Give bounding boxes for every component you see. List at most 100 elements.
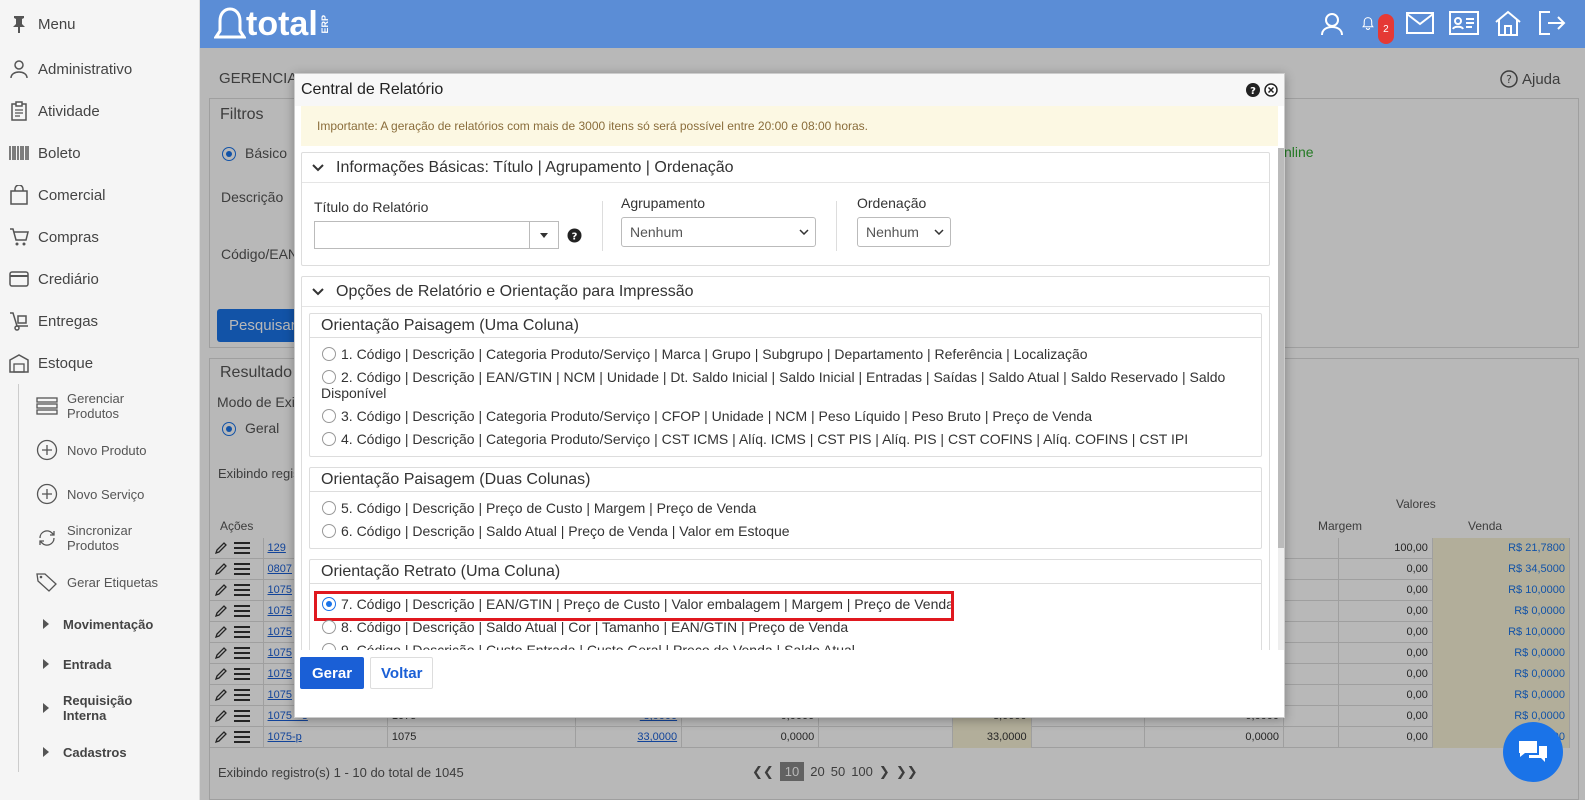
sidebar-item-label: Comercial [38,186,106,204]
submenu-group-entrada[interactable]: Entrada [19,644,199,684]
id-card-icon[interactable] [1449,8,1479,38]
submenu-gerenciar-produtos[interactable]: Gerenciar Produtos [19,384,199,428]
option-group-landscape-one: Orientação Paisagem (Uma Coluna) 1. Códi… [309,313,1262,457]
radio-button[interactable] [322,620,336,634]
radio-button[interactable] [322,643,336,650]
sidebar-item-entregas[interactable]: Entregas [0,300,199,342]
chat-button[interactable] [1503,722,1563,782]
scrollbar-thumb[interactable] [1278,148,1284,548]
submenu-novo-servico[interactable]: Novo Serviço [19,472,199,516]
tag-icon [35,570,59,594]
modal-title: Central de Relatório [301,81,444,98]
submenu-gerar-etiquetas[interactable]: Gerar Etiquetas [19,560,199,604]
help-icon[interactable]: ? [567,228,582,243]
close-icon[interactable] [1264,83,1278,97]
radio-button[interactable] [322,409,336,423]
sidebar-item-label: Atividade [38,102,100,120]
report-option-8[interactable]: 8. Código | Descrição | Saldo Atual | Co… [316,615,1255,638]
submenu-label: Novo Serviço [67,486,145,502]
logout-icon[interactable] [1537,8,1567,38]
sidebar-item-atividade[interactable]: Atividade [0,90,199,132]
help-icon[interactable]: ? [1246,83,1260,97]
ordering-label: Ordenação [857,195,927,211]
submenu-sincronizar-produtos[interactable]: Sincronizar Produtos [19,516,199,560]
logo-suffix: ERP [319,15,330,34]
sidebar-item-administrativo[interactable]: Administrativo [0,48,199,90]
clipboard-icon [8,100,30,122]
option-group-portrait-one: Orientação Retrato (Uma Coluna) 7. Códig… [309,559,1262,650]
option-label: 6. Código | Descrição | Saldo Atual | Pr… [341,523,790,539]
report-option-3[interactable]: 3. Código | Descrição | Categoria Produt… [316,404,1255,427]
plus-circle-icon [35,438,59,462]
submenu-group-cadastros[interactable]: Cadastros [19,732,199,772]
group-title: Orientação Paisagem (Uma Coluna) [310,314,1261,338]
generate-button[interactable]: Gerar [300,657,365,689]
grouping-select[interactable]: Nenhum [621,217,816,247]
radio-button[interactable] [322,524,336,538]
option-label: 5. Código | Descrição | Preço de Custo |… [341,500,757,516]
sidebar-item-label: Entregas [38,312,99,330]
menu-label: Menu [38,15,76,33]
grouping-field: Agrupamento Nenhum [621,195,816,247]
radio-button[interactable] [322,370,336,384]
radio-button[interactable] [322,432,336,446]
submenu-group-movimentacao[interactable]: Movimentação [19,604,199,644]
report-options-header[interactable]: Opções de Relatório e Orientação para Im… [302,277,1269,307]
sidebar-item-boleto[interactable]: Boleto [0,132,199,174]
submenu-group-requisicao[interactable]: Requisição Interna [19,684,199,732]
report-title-dropdown[interactable] [529,221,559,249]
caret-right-icon [43,747,49,757]
user-icon [8,58,30,80]
sidebar-item-crediario[interactable]: Crediário [0,258,199,300]
sidebar-item-comercial[interactable]: Comercial [0,174,199,216]
submenu-label: Cadastros [63,744,127,760]
basic-info-header[interactable]: Informações Básicas: Título | Agrupament… [302,153,1269,183]
bell-icon[interactable]: 2 [1361,8,1394,44]
submenu-label: Requisição Interna [63,693,133,723]
logo-bell-icon [214,6,246,38]
sidebar-item-estoque[interactable]: Estoque [0,342,199,384]
submenu-label: Sincronizar Produtos [67,523,133,553]
bag-icon [8,184,30,206]
support-icon[interactable] [1317,8,1347,38]
basic-info-panel: Informações Básicas: Título | Agrupament… [301,152,1270,266]
radio-button[interactable] [322,501,336,515]
report-option-6[interactable]: 6. Código | Descrição | Saldo Atual | Pr… [316,519,1255,542]
sidebar: Menu Administrativo Atividade Boleto Com… [0,0,200,800]
modal-footer: Gerar Voltar [300,657,434,689]
submenu-novo-produto[interactable]: Novo Produto [19,428,199,472]
report-title-input[interactable] [314,221,529,249]
sidebar-item-compras[interactable]: Compras [0,216,199,258]
grouping-label: Agrupamento [621,195,706,211]
home-icon[interactable] [1493,8,1523,38]
logo-text: total [246,5,318,43]
pin-icon [8,13,30,35]
report-option-9[interactable]: 9. Código | Descrição | Custo Entrada | … [316,638,1255,650]
svg-text:?: ? [572,231,578,242]
report-option-1[interactable]: 1. Código | Descrição | Categoria Produt… [316,342,1255,365]
menu-toggle[interactable]: Menu [0,0,199,48]
submenu-label: Movimentação [63,616,154,632]
chevron-down-icon [799,229,809,235]
sidebar-item-label: Boleto [38,144,81,162]
report-option-2[interactable]: 2. Código | Descrição | EAN/GTIN | NCM |… [316,365,1255,404]
modal-scrollbar[interactable] [1278,148,1284,650]
option-label: 9. Código | Descrição | Custo Entrada | … [341,642,855,650]
warehouse-icon [8,352,30,374]
divider [836,201,837,251]
chevron-down-icon [312,287,324,295]
sidebar-item-label: Compras [38,228,99,246]
topbar-icons: 2 [1317,8,1567,44]
radio-button-selected[interactable] [322,597,336,611]
back-button[interactable]: Voltar [370,657,434,689]
report-option-5[interactable]: 5. Código | Descrição | Preço de Custo |… [316,496,1255,519]
report-option-7[interactable]: 7. Código | Descrição | EAN/GTIN | Preço… [314,591,1255,621]
submenu-label: Gerar Etiquetas [67,574,159,590]
ordering-select[interactable]: Nenhum [857,217,951,247]
report-option-4[interactable]: 4. Código | Descrição | Categoria Produt… [316,427,1255,450]
radio-button[interactable] [322,347,336,361]
mail-icon[interactable] [1405,8,1435,38]
barcode-icon [8,142,30,164]
cart-icon [8,226,30,248]
notification-badge: 2 [1377,14,1394,44]
